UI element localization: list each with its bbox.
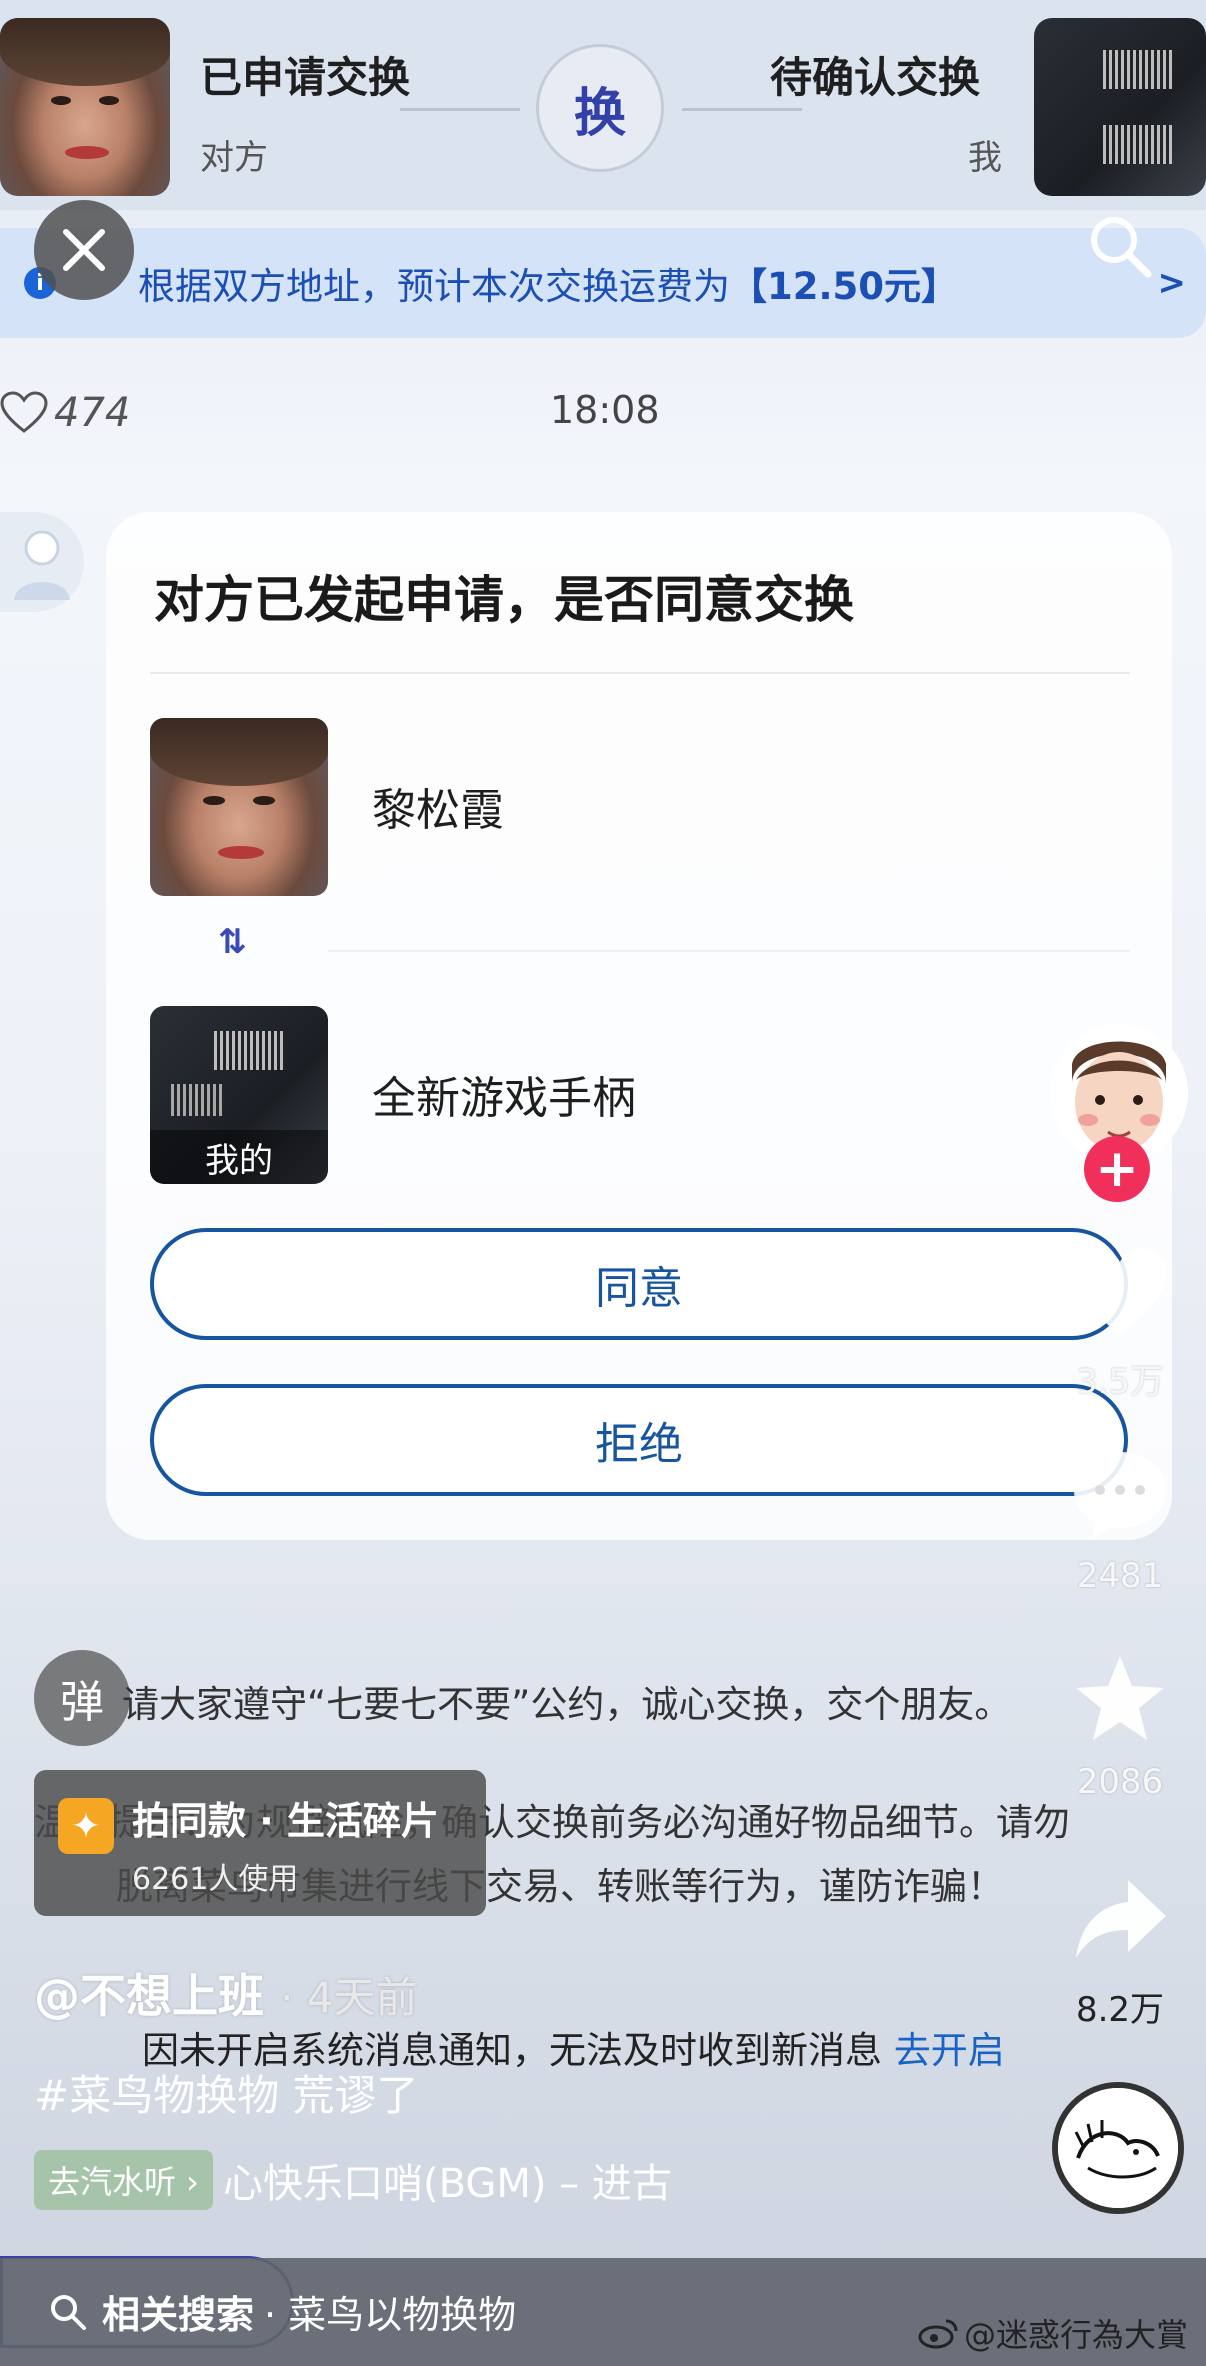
related-search[interactable]: 相关搜索 · 菜鸟以物换物 — [48, 2284, 516, 2339]
favorite-count: 2086 — [1076, 1762, 1164, 1802]
their-item-row[interactable]: 黎松霞 — [150, 718, 1130, 896]
their-item-name: 黎松霞 — [372, 785, 504, 836]
exchange-request-card: 对方已发起申请，是否同意交换 黎松霞 ⇅ 我的 全新游戏手柄 同意 拒绝 — [106, 512, 1172, 1540]
weibo-icon — [918, 2319, 958, 2349]
heart-icon — [1074, 1248, 1166, 1334]
related-search-prefix: 相关搜索 — [102, 2293, 255, 2337]
author-line[interactable]: @不想上班 · 4天前 — [34, 1960, 417, 2026]
shipping-notice-text: 根据双方地址，预计本次交换运费为【12.50元】 — [138, 265, 959, 308]
my-item-photo: 我的 — [150, 1006, 328, 1184]
star-icon — [1076, 1656, 1164, 1740]
share-icon — [1076, 1880, 1166, 1958]
their-item-photo — [150, 718, 328, 896]
music-title: 心快乐口哨(BGM) – 进古 — [222, 2161, 672, 2207]
follow-button[interactable]: + — [1084, 1136, 1150, 1202]
message-timestamp: 18:08 — [550, 388, 660, 432]
music-disc[interactable] — [1052, 2082, 1184, 2214]
watermark-text: @迷惑行為大賞 — [963, 2316, 1188, 2354]
user-avatar-icon — [14, 530, 70, 600]
template-chip[interactable]: ✦ 拍同款 · 生活碎片 6261人使用 — [34, 1770, 486, 1916]
their-label: 对方 — [200, 138, 268, 178]
search-button[interactable] — [1086, 212, 1156, 282]
card-title: 对方已发起申请，是否同意交换 — [154, 571, 854, 629]
right-connector-line — [682, 108, 802, 111]
hashtag-line[interactable]: #菜鸟物换物 荒谬了 — [34, 2062, 419, 2123]
watermark: @迷惑行為大賞 — [918, 2310, 1188, 2356]
related-search-query: · 菜鸟以物换物 — [264, 2293, 517, 2337]
their-avatar-thumbnail — [0, 18, 170, 196]
post-age: · 4天前 — [280, 1973, 418, 2022]
comment-button[interactable]: 2481 — [1060, 1446, 1180, 1596]
rules-line-1: 请大家遵守“七要七不要”公约，诚心交换，交个朋友。 — [122, 1683, 1012, 1726]
music-row[interactable]: 去汽水听 › 心快乐口哨(BGM) – 进古 — [34, 2150, 672, 2210]
mine-tag: 我的 — [150, 1130, 328, 1184]
enable-notifications-link[interactable]: 去开启 — [894, 2029, 1005, 2072]
card-divider — [150, 672, 1130, 674]
left-connector-line — [400, 108, 520, 111]
favorite-button[interactable]: 2086 — [1060, 1652, 1180, 1802]
music-chip[interactable]: 去汽水听 › — [34, 2150, 213, 2210]
my-item-name: 全新游戏手柄 — [372, 1073, 636, 1124]
author-name[interactable]: @不想上班 — [34, 1969, 264, 2023]
template-usage: 6261人使用 — [132, 1862, 299, 1897]
swap-icon: ⇅ — [218, 922, 247, 962]
sparkle-icon: ✦ — [58, 1798, 114, 1854]
my-status: 待确认交换 — [770, 53, 981, 102]
danmu-toggle-button[interactable]: 弹 — [34, 1650, 130, 1746]
exchange-center-badge: 换 — [536, 44, 664, 172]
comment-count: 2481 — [1076, 1556, 1164, 1596]
agree-button[interactable]: 同意 — [150, 1228, 1128, 1340]
close-button[interactable] — [34, 200, 134, 300]
exchange-header: 已申请交换 对方 换 待确认交换 我 — [0, 0, 1206, 210]
user-avatar[interactable] — [0, 512, 84, 612]
search-icon — [1091, 217, 1152, 278]
like-button[interactable]: 3.5万 — [1060, 1244, 1180, 1403]
my-label: 我 — [968, 138, 1002, 178]
chevron-right-icon: > — [1157, 263, 1187, 303]
item-divider — [328, 950, 1130, 952]
their-status: 已申请交换 — [200, 53, 411, 102]
my-item-thumbnail — [1034, 18, 1206, 196]
comment-icon — [1074, 1452, 1166, 1538]
my-item-row[interactable]: 我的 全新游戏手柄 — [150, 1006, 1130, 1184]
like-count: 3.5万 — [1075, 1362, 1165, 1402]
shipping-fee: 【12.50元】 — [730, 265, 959, 308]
shipping-notice[interactable]: i 根据双方地址，预计本次交换运费为【12.50元】 > — [0, 228, 1206, 338]
doodle-icon — [1058, 2088, 1178, 2208]
share-count: 8.2万 — [1075, 1990, 1165, 2030]
like-count-text: 474 — [54, 390, 131, 436]
share-button[interactable]: 8.2万 — [1060, 1872, 1180, 2031]
close-icon — [63, 229, 105, 271]
search-icon — [51, 2294, 86, 2330]
like-counter[interactable]: 474 — [0, 390, 130, 436]
template-title: 拍同款 · 生活碎片 — [132, 1799, 439, 1843]
heart-icon — [0, 391, 48, 433]
reject-button[interactable]: 拒绝 — [150, 1384, 1128, 1496]
